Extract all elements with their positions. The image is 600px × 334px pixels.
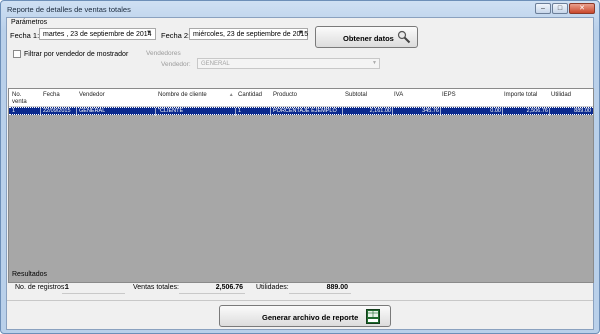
window-controls: – □ ✕ bbox=[535, 3, 595, 14]
chevron-down-icon[interactable]: ▼ bbox=[296, 30, 306, 38]
fecha2-value: miércoles, 23 de septiembre de 2015 bbox=[193, 31, 309, 38]
ventas-underline bbox=[179, 293, 245, 294]
col-producto[interactable]: Producto bbox=[273, 92, 297, 99]
col-cantidad[interactable]: Cantidad bbox=[238, 92, 262, 99]
vendedor-label: Vendedor: bbox=[161, 61, 191, 68]
cell-ieps: 0.00 bbox=[490, 108, 501, 114]
filtrar-label: Filtrar por vendedor de mostrador bbox=[24, 50, 129, 58]
close-button[interactable]: ✕ bbox=[569, 3, 595, 14]
obtener-datos-label: Obtener datos bbox=[343, 34, 394, 43]
client-area: Parámetros Fecha 1: martes , 23 de septi… bbox=[6, 17, 594, 330]
generar-label: Generar archivo de reporte bbox=[262, 313, 359, 322]
sort-up-icon: ▲ bbox=[228, 92, 234, 98]
chevron-down-icon[interactable]: ▼ bbox=[372, 60, 377, 66]
filtrar-vendedor-checkbox[interactable]: Filtrar por vendedor de mostrador bbox=[13, 50, 128, 58]
col-utilidad[interactable]: Utilidad bbox=[551, 92, 571, 99]
vendedor-select[interactable]: GENERAL ▼ bbox=[197, 58, 380, 69]
vendedores-title: Vendedores bbox=[146, 50, 181, 57]
col-ieps[interactable]: IEPS bbox=[442, 92, 456, 99]
excel-icon bbox=[366, 309, 380, 324]
window-title: Reporte de detalles de ventas totales bbox=[7, 5, 131, 14]
cell-producto: PORCENTAJE EJEMPLO bbox=[273, 108, 337, 114]
parametros-label: Parámetros bbox=[11, 19, 48, 26]
report-window: Reporte de detalles de ventas totales – … bbox=[0, 0, 600, 334]
col-iva[interactable]: IVA bbox=[394, 92, 403, 99]
generar-archivo-button[interactable]: Generar archivo de reporte bbox=[219, 305, 391, 327]
col-importe-total[interactable]: Importe total bbox=[504, 92, 537, 99]
cell-vendedor: GENERAL bbox=[79, 108, 106, 114]
registros-label: No. de registros: bbox=[15, 284, 67, 291]
checkbox-box[interactable] bbox=[13, 50, 21, 58]
maximize-button[interactable]: □ bbox=[552, 3, 568, 14]
col-fecha[interactable]: Fecha bbox=[43, 92, 60, 99]
cell-cliente: "CLIENTE bbox=[158, 108, 184, 114]
cell-iva: 345.76 bbox=[422, 108, 439, 114]
col-cliente[interactable]: Nombre de cliente ▲ bbox=[158, 92, 234, 99]
col-vendedor[interactable]: Vendedor bbox=[79, 92, 105, 99]
fecha1-datepicker[interactable]: martes , 23 de septiembre de 2014 ▼ bbox=[39, 28, 156, 40]
utilidades-value: 889.00 bbox=[326, 284, 348, 291]
utilidades-underline bbox=[289, 293, 351, 294]
col-no-venta[interactable]: No. venta bbox=[12, 92, 38, 106]
ventas-value: 2,506.76 bbox=[215, 284, 243, 291]
fecha1-label: Fecha 1: bbox=[10, 31, 40, 40]
minimize-button[interactable]: – bbox=[535, 3, 551, 14]
cell-importe-total: 2,506.76 bbox=[526, 108, 548, 114]
cell-utilidad: 889.00 bbox=[574, 108, 591, 114]
ventas-label: Ventas totales: bbox=[133, 284, 179, 291]
sales-grid[interactable]: No. venta Fecha Vendedor Nombre de clien… bbox=[8, 88, 594, 283]
registros-underline bbox=[62, 293, 125, 294]
cell-fecha: 22/09/2015 bbox=[43, 108, 71, 114]
col-subtotal[interactable]: Subtotal bbox=[345, 92, 367, 99]
fecha1-value: martes , 23 de septiembre de 2014 bbox=[43, 31, 152, 38]
utilidades-label: Utilidades: bbox=[256, 284, 289, 291]
cell-no-venta: 1 bbox=[12, 108, 16, 114]
magnifier-icon bbox=[397, 30, 411, 44]
title-bar[interactable]: Reporte de detalles de ventas totales – … bbox=[1, 1, 599, 17]
registros-value: 1 bbox=[65, 284, 69, 291]
grid-header: No. venta Fecha Vendedor Nombre de clien… bbox=[9, 89, 593, 107]
chevron-down-icon[interactable]: ▼ bbox=[144, 30, 154, 38]
cell-subtotal: 2,161.00 bbox=[369, 108, 391, 114]
fecha2-datepicker[interactable]: miércoles, 23 de septiembre de 2015 ▼ bbox=[189, 28, 308, 40]
bottom-divider bbox=[7, 300, 593, 301]
cell-cantidad: 1 bbox=[238, 108, 242, 114]
obtener-datos-button[interactable]: Obtener datos bbox=[315, 26, 418, 48]
resultados-label: Resultados bbox=[12, 271, 48, 278]
vendedores-group: Vendedores Vendedor: GENERAL ▼ bbox=[144, 50, 384, 72]
vendedor-value: GENERAL bbox=[201, 61, 230, 67]
table-row[interactable]: 1 22/09/2015 GENERAL "CLIENTE 1 PORCENTA… bbox=[9, 107, 593, 116]
fecha2-label: Fecha 2: bbox=[161, 31, 191, 40]
